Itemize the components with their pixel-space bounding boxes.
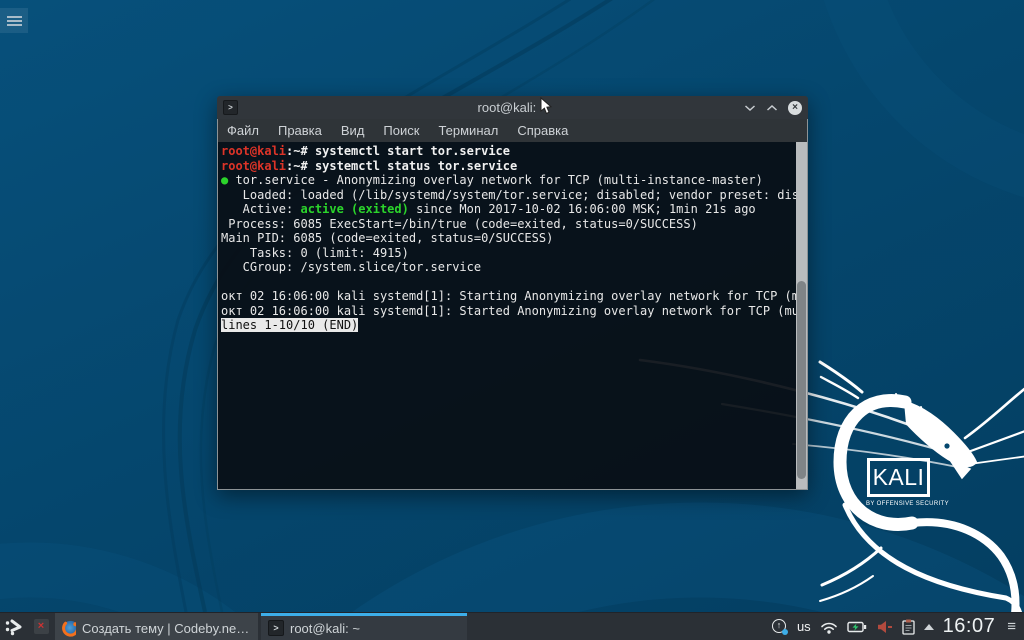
terminal-icon: > [268,620,284,636]
panel-settings-icon[interactable]: ≡ [1004,618,1019,635]
expand-tray-icon[interactable] [924,624,934,630]
terminal-output[interactable]: root@kali:~# systemctl start tor.service… [218,142,807,489]
menu-help[interactable]: Справка [517,123,568,138]
kali-menu-icon [4,618,26,636]
minimize-button-icon[interactable] [744,104,756,112]
battery-charging-icon[interactable] [847,621,867,633]
kali-logo-box: KALI [867,458,930,497]
konsole-window: > root@kali: ~ × Файл Правка Вид Поиск Т… [217,96,808,490]
menu-terminal[interactable]: Терминал [438,123,498,138]
menu-edit[interactable]: Правка [278,123,322,138]
keyboard-layout-indicator[interactable]: us [797,619,811,634]
terminal-icon: > [223,100,238,115]
task-label: root@kali: ~ [290,621,360,636]
volume-muted-icon[interactable] [876,620,893,634]
app-launcher-button[interactable] [0,613,30,640]
menu-view[interactable]: Вид [341,123,365,138]
clipboard-icon[interactable] [902,619,915,635]
system-tray: ↑ us [772,613,1024,640]
terminal-scrollbar[interactable] [796,142,807,489]
mouse-cursor [540,97,554,116]
hamburger-icon [7,16,22,18]
kali-logo-title: KALI [873,464,925,491]
taskbar-panel: × Создать тему | Codeby.net - Фор... > r… [0,612,1024,640]
menu-file[interactable]: Файл [227,123,259,138]
software-update-icon[interactable]: ↑ [772,619,788,635]
terminal-menubar: Файл Правка Вид Поиск Терминал Справка [218,119,807,142]
scrollbar-thumb[interactable] [797,281,806,479]
kali-logo-subtitle: BY OFFENSIVE SECURITY [866,501,932,507]
red-x-icon: × [34,619,49,634]
firefox-icon [62,620,76,637]
maximize-button-icon[interactable] [766,104,778,112]
task-terminal[interactable]: > root@kali: ~ [261,613,467,640]
task-firefox-codeby[interactable]: Создать тему | Codeby.net - Фор... [55,613,258,640]
clock[interactable]: 16:07 [943,615,996,638]
task-label: Создать тему | Codeby.net - Фор... [82,621,251,636]
window-titlebar[interactable]: > root@kali: ~ × [217,96,808,119]
terminal-lines: root@kali:~# systemctl start tor.service… [221,144,807,333]
kali-desktop: { "desktop": { "logo": { "title": "KALI"… [0,0,1024,640]
wifi-icon[interactable] [820,620,838,634]
desktop-toolbox-button[interactable] [0,8,28,33]
menu-search[interactable]: Поиск [383,123,419,138]
quicklaunch-x-button[interactable]: × [30,613,52,640]
window-title: root@kali: ~ [217,100,808,115]
close-button[interactable]: × [788,101,802,115]
